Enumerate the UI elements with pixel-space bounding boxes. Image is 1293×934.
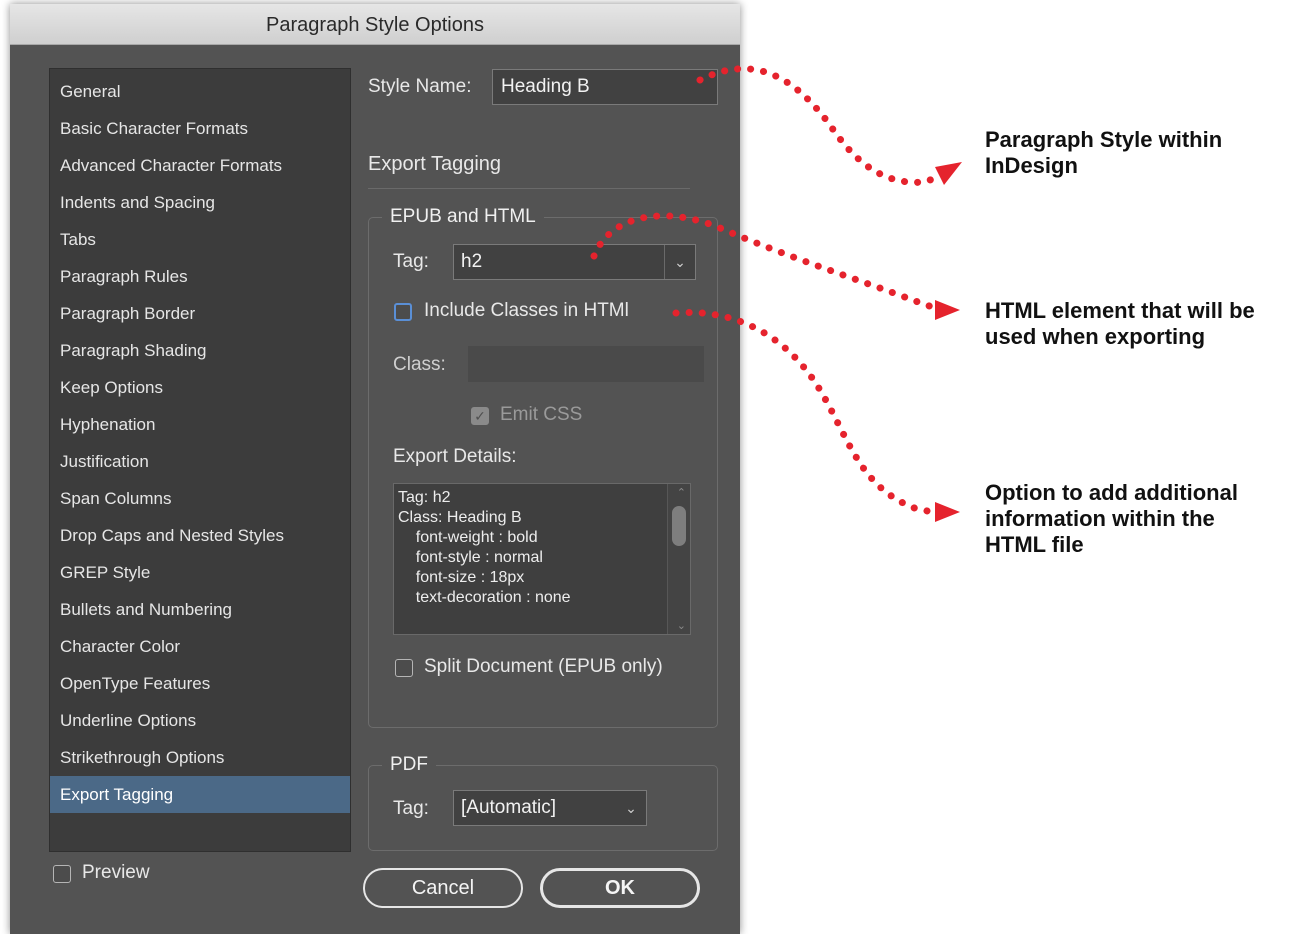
arrowhead-icon: [935, 502, 960, 522]
dotted-arrow-class: [672, 308, 939, 516]
annotation-arrows: [590, 65, 962, 522]
arrowhead-icon: [935, 300, 960, 320]
dotted-arrow-tag: [590, 212, 939, 312]
arrowhead-icon: [935, 162, 962, 185]
dotted-arrow-style-name: [696, 65, 944, 186]
